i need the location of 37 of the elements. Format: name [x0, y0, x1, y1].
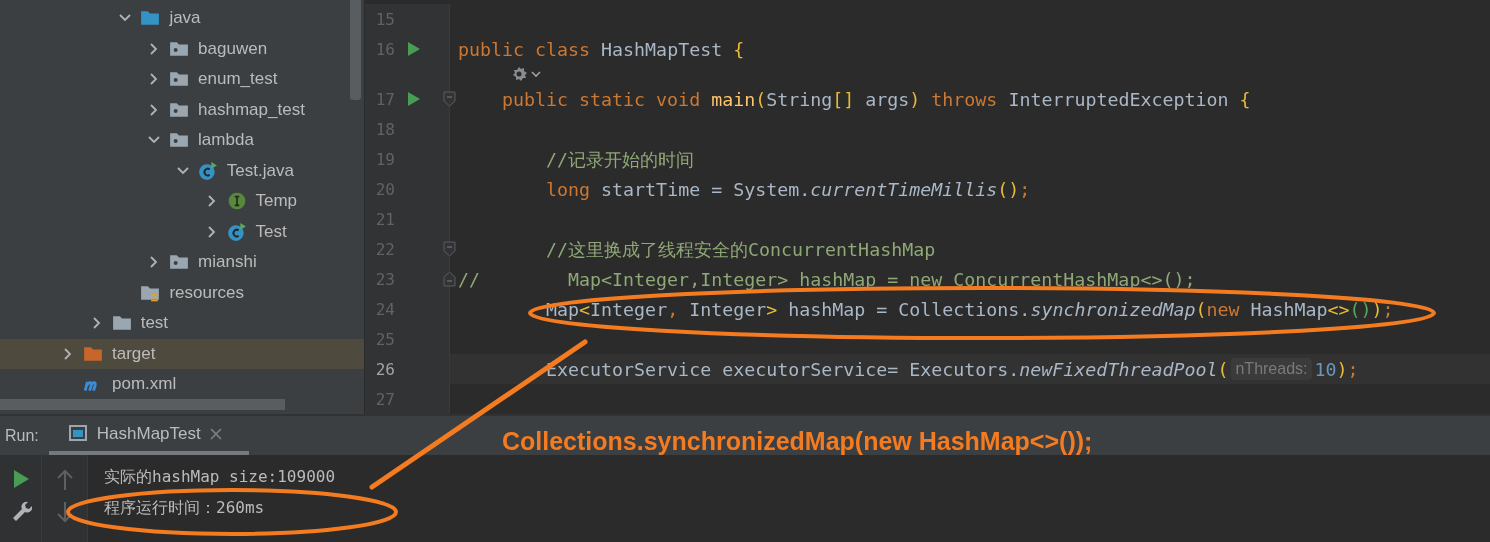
scrollbar[interactable]: [0, 399, 285, 410]
code-line: public class HashMapTest {: [458, 38, 745, 60]
console-line: 实际的hashMap size:109000: [104, 466, 336, 488]
console-line: 程序运行时间：260ms: [104, 497, 266, 519]
code-line: //这里换成了线程安全的ConcurrentHashMap: [545, 237, 936, 262]
run-label: Run:: [5, 426, 39, 445]
run-icon[interactable]: [407, 41, 421, 57]
tree-item[interactable]: Test.java: [0, 155, 364, 186]
code-line: long startTime = System.currentTimeMillis();: [545, 178, 1031, 200]
tree-item[interactable]: enum_test: [0, 64, 364, 95]
tree-item[interactable]: test: [0, 308, 364, 339]
tree-item[interactable]: java: [0, 3, 364, 34]
tree-item[interactable]: mianshi: [0, 247, 364, 278]
tree-item[interactable]: target: [0, 338, 364, 369]
tree-item[interactable]: lambda: [0, 125, 364, 156]
code-line: //记录开始的时间: [545, 147, 695, 172]
run-icon[interactable]: [11, 469, 30, 489]
console-icon: [68, 424, 89, 443]
code-line: ExecutorService executorService= Executors.newFixedThreadPool( nThreads: 10);: [545, 358, 1359, 380]
code-line: // Map<Integer,Integer> hashMap = new ConcurrentHashMap<>();: [458, 268, 1196, 290]
tree-item[interactable]: Test: [0, 216, 364, 247]
annotation-caption: Collections.synchronizedMap(new HashMap<>());: [502, 427, 1093, 456]
code-line: public static void main(String[] args) throws InterruptedException {: [501, 88, 1251, 110]
tree-item[interactable]: resources: [0, 277, 364, 308]
tree-item[interactable]: baguwen: [0, 33, 364, 64]
class-icon: [196, 160, 219, 181]
line-number: 26: [374, 359, 395, 379]
chevron-down-icon[interactable]: [530, 68, 542, 80]
close-icon[interactable]: [208, 426, 223, 441]
run-icon[interactable]: [407, 91, 421, 107]
scrollbar[interactable]: [350, 0, 361, 100]
tree-item[interactable]: Temp: [0, 186, 364, 217]
tree-item[interactable]: pom.xml: [0, 369, 364, 400]
arrow-down-icon[interactable]: [55, 501, 74, 523]
tree-item[interactable]: hashmap_test: [0, 94, 364, 125]
parameter-hint: nThreads:: [1231, 358, 1312, 380]
class-icon: [225, 221, 248, 242]
